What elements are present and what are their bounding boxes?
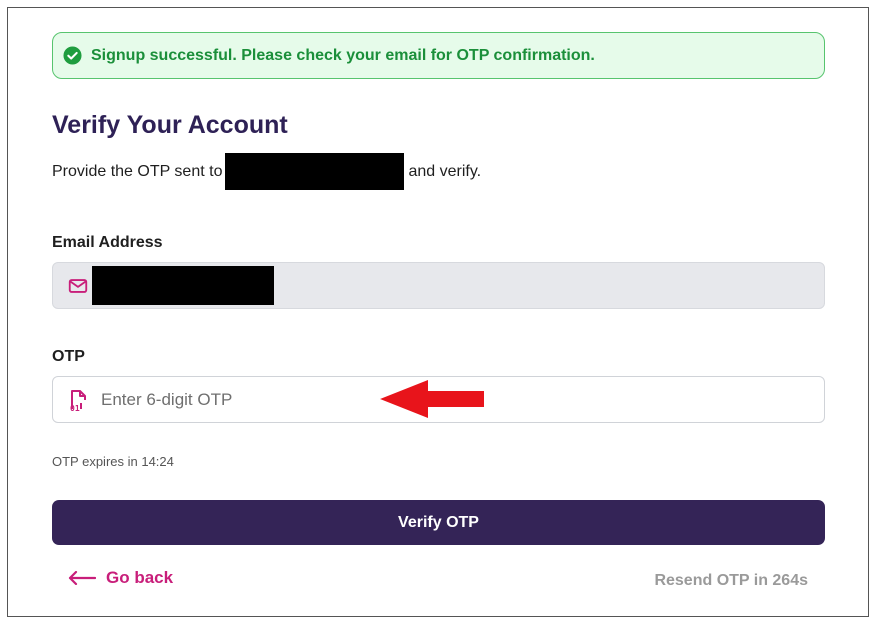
page-subtitle: Provide the OTP sent to and verify. bbox=[52, 153, 481, 190]
page-title: Verify Your Account bbox=[52, 111, 288, 139]
verify-otp-button[interactable]: Verify OTP bbox=[52, 500, 825, 545]
mail-icon bbox=[66, 274, 90, 298]
redacted-email bbox=[225, 153, 405, 190]
otp-expiry-text: OTP expires in 14:24 bbox=[52, 454, 174, 469]
email-label: Email Address bbox=[52, 234, 163, 251]
binary-file-icon: 01 bbox=[66, 388, 90, 412]
svg-text:01: 01 bbox=[70, 404, 80, 412]
otp-label: OTP bbox=[52, 348, 85, 365]
subtitle-suffix: and verify. bbox=[408, 162, 482, 180]
success-alert: Signup successful. Please check your ema… bbox=[52, 32, 825, 79]
arrow-left-icon bbox=[68, 571, 96, 585]
go-back-link[interactable]: Go back bbox=[68, 568, 173, 588]
go-back-label: Go back bbox=[106, 568, 174, 587]
red-arrow-left-icon bbox=[378, 378, 486, 425]
email-field bbox=[52, 262, 825, 309]
resend-otp-timer: Resend OTP in 264s bbox=[654, 572, 808, 589]
check-circle-icon bbox=[63, 46, 82, 65]
alert-message: Signup successful. Please check your ema… bbox=[91, 46, 595, 64]
subtitle-prefix: Provide the OTP sent to bbox=[52, 162, 223, 180]
redacted-email-value bbox=[92, 266, 274, 305]
